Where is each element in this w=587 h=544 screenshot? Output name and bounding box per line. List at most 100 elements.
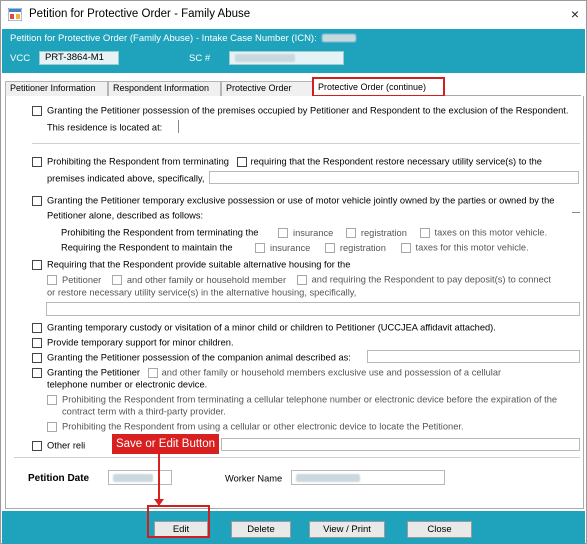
worker-name-label: Worker Name [225, 473, 283, 484]
checkbox-custody[interactable] [32, 322, 42, 333]
petition-date-redacted [113, 474, 153, 482]
label-cellular-b: and other family or household members ex… [161, 367, 502, 378]
label-support: Provide temporary support for minor chil… [47, 337, 234, 348]
label-residence: This residence is located at: [47, 122, 163, 133]
utility-specifics-input[interactable] [209, 171, 579, 184]
label-prohibit-terminating: Prohibiting the Respondent from terminat… [47, 156, 229, 167]
checkbox-possession-premises[interactable] [32, 105, 42, 116]
label-companion-animal: Granting the Petitioner possession of th… [47, 352, 351, 363]
vehicle-description-input[interactable] [572, 200, 580, 213]
label-motor-vehicle: Granting the Petitioner temporary exclus… [47, 195, 555, 206]
worker-name-field [291, 470, 445, 485]
delete-button[interactable]: Delete [231, 521, 291, 538]
petition-date-label: Petition Date [28, 473, 90, 485]
vehicle-prohibit-row: Prohibiting the Respondent from terminat… [61, 227, 258, 238]
checkbox-prohibit-insurance[interactable] [278, 227, 288, 238]
label-registration: registration [339, 242, 386, 253]
sc-redacted [235, 54, 295, 63]
divider [14, 457, 580, 458]
button-bar: Edit Delete View / Print Close [2, 511, 585, 544]
checkbox-prohibit-terminating[interactable] [32, 156, 42, 167]
vcc-label: VCC [10, 53, 31, 64]
checkbox-maintain-registration[interactable] [324, 242, 335, 253]
checkbox-support[interactable] [32, 337, 42, 348]
edit-button-highlight [147, 505, 210, 538]
annotation-arrow-head [154, 499, 164, 506]
checkbox-alt-housing[interactable] [32, 259, 42, 270]
label-cellular-locate: Prohibiting the Respondent from using a … [62, 421, 464, 432]
checkbox-housing-family[interactable] [111, 274, 122, 285]
label-vehicle-prohibit: Prohibiting the Respondent from terminat… [61, 227, 259, 238]
checkbox-cellular[interactable] [32, 367, 42, 378]
item-cellular: Granting the Petitioner and other family… [32, 367, 501, 378]
case-number-redacted [322, 34, 357, 43]
tab-protective-order[interactable]: Protective Order [221, 81, 313, 96]
checkbox-housing-petitioner[interactable] [47, 274, 57, 285]
checkbox-housing-deposit[interactable] [296, 274, 307, 285]
window-title: Petition for Protective Order - Family A… [29, 8, 251, 20]
checkbox-prohibit-taxes[interactable] [419, 227, 430, 238]
case-number-row: Petition for Protective Order (Family Ab… [10, 33, 357, 44]
item-motor-vehicle: Granting the Petitioner temporary exclus… [32, 195, 554, 206]
residence-row: This residence is located at: [47, 122, 162, 133]
close-button[interactable]: Close [407, 521, 472, 538]
tab-protective-order-continue[interactable]: Protective Order (continue) [312, 77, 445, 97]
vcc-field: PRT-3864-M1 [39, 51, 119, 65]
cellular-contract-row: contract term with a third-party provide… [62, 406, 226, 417]
label-alt-housing-utility: or restore necessary utility service(s) … [47, 287, 357, 298]
annotation-arrow [158, 454, 160, 505]
label-registration: registration [360, 227, 407, 238]
companion-animal-input[interactable] [367, 350, 580, 363]
vehicle-maintain-options: insurance registration taxes for this mo… [255, 242, 529, 253]
close-icon[interactable]: × [571, 6, 579, 22]
label-restore-utility: requiring that the Respondent restore ne… [250, 156, 542, 167]
annotation-callout: Save or Edit Button [112, 434, 219, 454]
label-possession-premises: Granting the Petitioner possession of th… [47, 105, 569, 116]
checkbox-prohibit-registration[interactable] [345, 227, 356, 238]
checkbox-restore-utility[interactable] [236, 156, 247, 167]
sc-label: SC # [189, 53, 211, 64]
item-possession-premises: Granting the Petitioner possession of th… [32, 105, 568, 116]
cellular-locate-row: Prohibiting the Respondent from using a … [47, 421, 464, 432]
label-housing-petitioner: Petitioner [62, 274, 102, 285]
residence-input[interactable] [178, 120, 179, 133]
label-cellular-a: Granting the Petitioner [47, 367, 141, 378]
view-print-button[interactable]: View / Print [309, 521, 385, 538]
label-custody: Granting temporary custody or visitation… [47, 322, 496, 333]
title-bar: Petition for Protective Order - Family A… [1, 1, 586, 29]
label-vehicle-description: Petitioner alone, described as follows: [47, 210, 204, 221]
tab-respondent-information[interactable]: Respondent Information [108, 81, 221, 96]
premises-row: premises indicated above, specifically, [47, 173, 204, 184]
alt-housing-options: Petitioner and other family or household… [47, 274, 551, 285]
vehicle-description-row: Petitioner alone, described as follows: [47, 210, 203, 221]
checkbox-companion-animal[interactable] [32, 352, 42, 363]
worker-name-row: Worker Name [225, 473, 282, 484]
alt-housing-utility-row: or restore necessary utility service(s) … [47, 287, 356, 298]
tab-strip: Petitioner Information Respondent Inform… [5, 77, 581, 97]
vehicle-maintain-row: Requiring the Respondent to maintain the [61, 242, 233, 253]
petition-date-row: Petition Date [28, 473, 89, 484]
checkbox-cellular-family[interactable] [147, 367, 158, 378]
case-header: Petition for Protective Order (Family Ab… [2, 29, 585, 73]
item-companion-animal: Granting the Petitioner possession of th… [32, 352, 351, 363]
item-other-relief: Other reli [32, 440, 85, 451]
checkbox-cellular-locate[interactable] [47, 421, 57, 432]
label-cellular-device: telephone number or electronic device. [47, 379, 208, 390]
label-housing-family: and other family or household member [126, 274, 287, 285]
tab-petitioner-information[interactable]: Petitioner Information [5, 81, 108, 96]
checkbox-maintain-taxes[interactable] [400, 242, 411, 253]
label-insurance: insurance [270, 242, 311, 253]
app-icon [8, 8, 22, 21]
other-relief-input[interactable] [221, 438, 580, 451]
form-panel: Granting the Petitioner possession of th… [5, 96, 584, 509]
checkbox-cellular-prohibit-terminating[interactable] [47, 394, 57, 405]
checkbox-maintain-insurance[interactable] [255, 242, 265, 253]
label-premises: premises indicated above, specifically, [47, 173, 205, 184]
label-cellular-prohibit-a: Prohibiting the Respondent from terminat… [62, 394, 558, 405]
item-support: Provide temporary support for minor chil… [32, 337, 234, 348]
alt-housing-input[interactable] [46, 302, 580, 316]
checkbox-other-relief[interactable] [32, 440, 42, 451]
checkbox-motor-vehicle[interactable] [32, 195, 42, 206]
worker-name-redacted [296, 474, 360, 482]
cellular-device-row: telephone number or electronic device. [47, 379, 207, 390]
